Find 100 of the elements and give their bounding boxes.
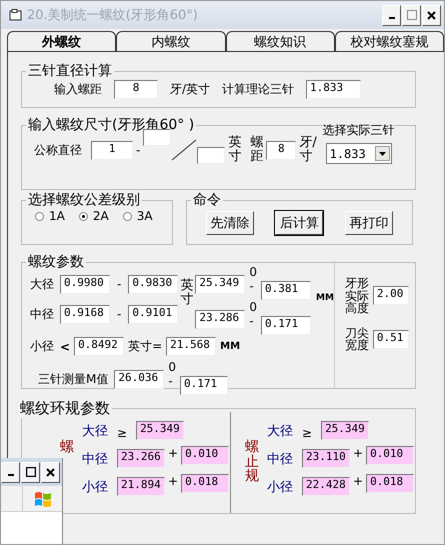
value-field[interactable]: 0.9830 (128, 274, 178, 294)
sign-label: + (353, 474, 364, 488)
upper-deviation: 0 (249, 266, 257, 280)
value-field[interactable]: 2.00 (372, 286, 409, 306)
field-label: 选择实际三针 (322, 122, 395, 140)
value-field[interactable]: 25.349 (321, 421, 370, 440)
close-icon (46, 468, 55, 476)
unit-label: MM (316, 293, 334, 303)
field-label: 三针测量M值 (38, 371, 108, 388)
maximize-button[interactable] (21, 462, 40, 482)
field-label: 小径 (267, 479, 293, 496)
gauge-label: 螺 (60, 440, 74, 455)
flag-logo-icon (34, 490, 52, 508)
field-label: 中径 (82, 451, 108, 468)
value-field[interactable]: 21.568 (166, 337, 216, 356)
maximize-button[interactable] (402, 4, 421, 26)
value-field[interactable]: 0.381 (260, 281, 311, 300)
sign-label: ≥ (302, 426, 312, 440)
tab[interactable]: 校对螺纹塞规 (334, 31, 444, 51)
value-field[interactable]: 0.018 (366, 474, 414, 493)
sign-label: + (353, 446, 364, 460)
sign-label: + (168, 446, 178, 460)
sign-label: - (249, 280, 255, 293)
minimize-button[interactable] (382, 4, 401, 26)
field-label: 输入螺距 (54, 81, 102, 98)
field-label: 计算理论三针 (222, 81, 294, 98)
command-button[interactable]: 后计算 (275, 211, 324, 235)
tab[interactable]: 螺纹知识 (226, 31, 335, 51)
value-field[interactable]: 23.110 (302, 449, 350, 468)
tolerance-radio[interactable]: 1A (35, 209, 65, 223)
sign-label: + (168, 474, 178, 488)
field-label: 大径 (82, 423, 108, 440)
dash-label: - (117, 277, 122, 291)
group-title: 螺纹参数 (27, 253, 85, 271)
tolerance-radio[interactable]: 3A (122, 209, 153, 223)
sign-label: - (168, 374, 174, 388)
field-label: 公称直径 (34, 142, 82, 159)
window-title: 20.美制统一螺纹(牙形角60°) (27, 7, 199, 24)
field-label: 小径 (30, 338, 54, 355)
field-label: 牙形实际高度 (344, 277, 369, 315)
minimize-button[interactable] (1, 462, 20, 482)
value-field[interactable]: 25.349 (195, 275, 246, 294)
field-label: 刀尖宽度 (344, 326, 369, 352)
unit-label: MM (220, 341, 240, 352)
group-title: 三针直径计算 (27, 62, 113, 80)
value-field[interactable]: 23.286 (195, 310, 246, 329)
sign-label: < (60, 340, 70, 354)
unit-label: 英寸 (180, 279, 194, 308)
field-label: 中径 (267, 451, 293, 468)
dash-label: - (136, 143, 140, 158)
value-field[interactable]: 0.9168 (60, 304, 110, 324)
field-label: 螺距 (250, 136, 264, 165)
value-field[interactable]: 26.036 (114, 370, 164, 389)
field-label: 小径 (82, 479, 108, 496)
value-field[interactable]: 0.9101 (128, 304, 178, 324)
upper-deviation: 0 (168, 361, 176, 374)
field-label: 大径 (30, 276, 54, 292)
close-icon (427, 10, 436, 20)
wire-dropdown[interactable]: 1.833 (326, 143, 392, 164)
group-title: 命令 (192, 191, 222, 209)
value-field[interactable]: 0.8492 (74, 337, 124, 356)
fraction-slash-icon (171, 138, 198, 161)
value-field[interactable]: 0.010 (366, 446, 414, 465)
tab[interactable]: 内螺纹 (116, 31, 226, 51)
group-title: 螺纹环规参数 (19, 399, 111, 418)
tolerance-radio[interactable]: 2A (78, 209, 109, 223)
diameter-field[interactable]: 1 (91, 140, 133, 160)
value-field[interactable]: 25.349 (136, 421, 184, 440)
sign-label: ≥ (117, 426, 128, 440)
value-field[interactable]: 0.51 (372, 330, 409, 349)
maximize-icon (26, 467, 36, 477)
denominator-field[interactable] (197, 146, 226, 164)
value-field[interactable]: 0.9980 (60, 274, 110, 294)
value-field[interactable]: 0.171 (260, 316, 311, 335)
wire-field[interactable]: 1.833 (306, 80, 362, 99)
value-field[interactable]: 0.018 (181, 474, 230, 493)
field-label: 中径 (30, 306, 54, 322)
unit-label: 牙/寸 (299, 136, 316, 165)
upper-deviation: 0 (249, 301, 257, 314)
maximize-icon (406, 10, 416, 20)
window-icon (9, 9, 23, 21)
pitch-field[interactable]: 8 (266, 140, 296, 160)
unit-label: 牙/英寸 (170, 81, 210, 98)
close-button[interactable] (422, 4, 441, 26)
close-button[interactable] (41, 462, 60, 482)
sign-label: - (249, 314, 255, 328)
value-field[interactable]: 21.894 (117, 477, 165, 496)
unit-label: 英寸= (128, 338, 162, 355)
command-button[interactable]: 先清除 (206, 211, 254, 235)
command-button[interactable]: 再打印 (345, 211, 394, 235)
field-label: 大径 (267, 423, 293, 440)
dash-label: - (117, 307, 122, 321)
value-field[interactable]: 0.010 (181, 446, 230, 465)
pitch-field[interactable]: 8 (114, 80, 158, 99)
unit-label: 英寸 (228, 136, 242, 165)
group-title: 选择螺纹公差级别 (27, 191, 141, 209)
value-field[interactable]: 22.428 (302, 477, 350, 496)
tab[interactable]: 外螺纹 (7, 31, 116, 51)
value-field[interactable]: 0.171 (180, 376, 228, 395)
value-field[interactable]: 23.266 (117, 449, 165, 468)
